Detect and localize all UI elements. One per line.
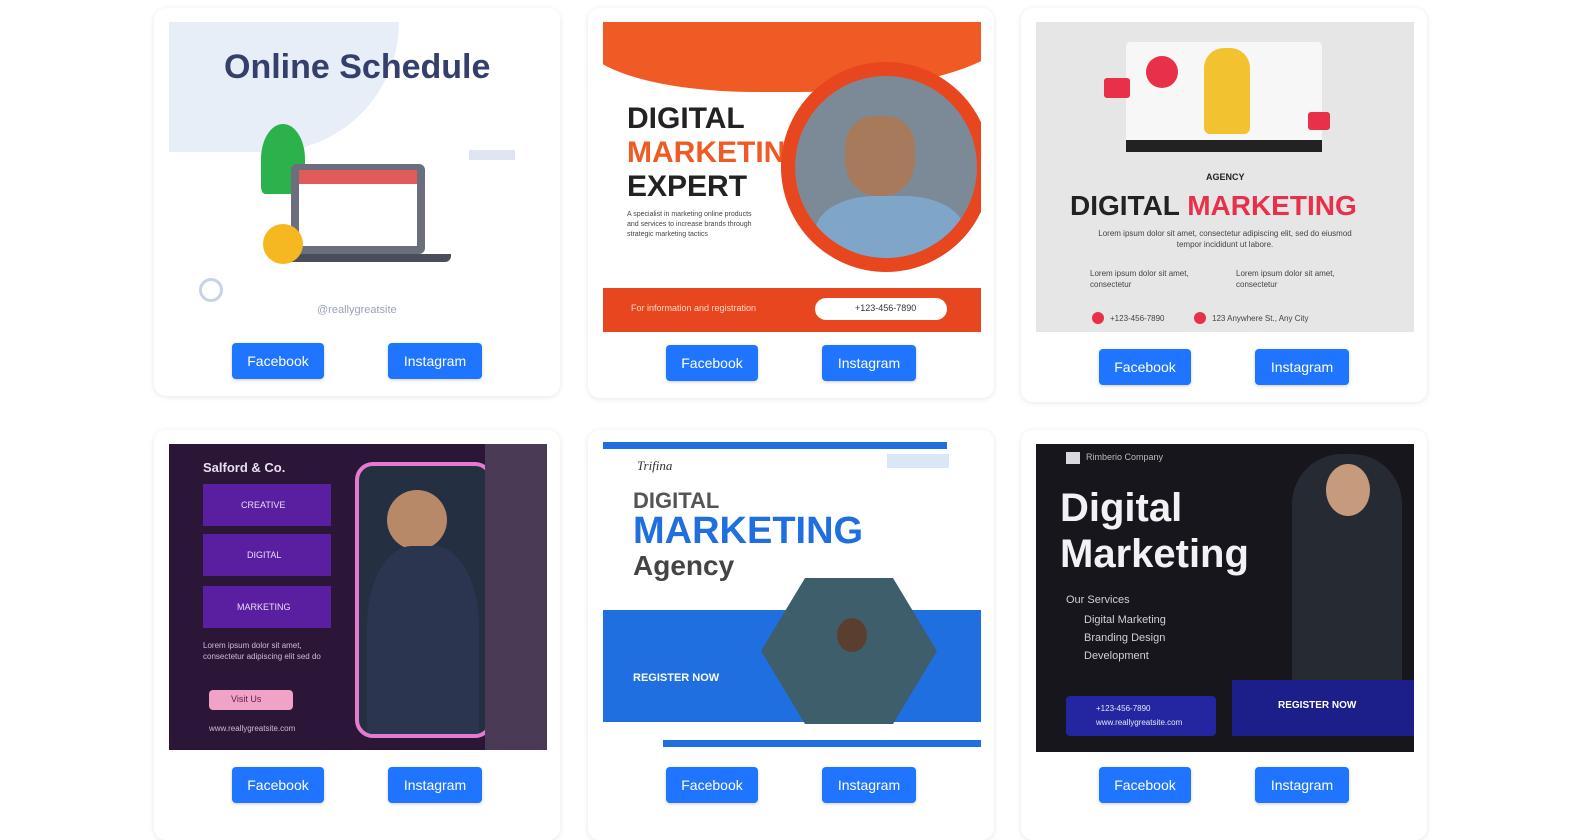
service-2: Branding Design: [1084, 632, 1166, 644]
tag-creative: CREATIVE: [203, 484, 331, 526]
laptop-base: [281, 254, 451, 262]
person-photo: [795, 76, 977, 258]
thumb-word2-text: MARKETING: [1187, 190, 1357, 221]
thumb-body: A specialist in marketing online product…: [627, 211, 752, 238]
video-icon: [1308, 112, 1330, 130]
phone-text: +123-456-7890: [855, 303, 917, 313]
thumb-bullet2: Lorem ipsum dolor sit amet, consectetur: [1236, 269, 1335, 289]
laptop-calendar-icon: [291, 164, 425, 254]
thumbnail-digital-marketing-agency[interactable]: AGENCY DIGITAL MARKETING Lorem ipsum dol…: [1036, 22, 1414, 332]
facebook-button[interactable]: Facebook: [666, 767, 758, 803]
thumbnail-marketing-expert[interactable]: DIGITAL MARKETING EXPERT A specialist in…: [603, 22, 981, 332]
chart-icon: [1146, 56, 1178, 88]
thumbnail-salford-co[interactable]: Salford & Co. CREATIVE DIGITAL MARKETING…: [169, 444, 547, 750]
thumb-title: Online Schedule: [224, 48, 491, 86]
instagram-button[interactable]: Instagram: [1255, 767, 1349, 803]
top-bar: [603, 442, 947, 449]
facebook-button[interactable]: Facebook: [1099, 349, 1191, 385]
thumb-phone: +123-456-7890: [1096, 704, 1151, 713]
thumb-site: www.reallygreatsite.com: [209, 724, 296, 733]
thumb-line1: Digital: [1060, 486, 1183, 530]
thumb-address: 123 Anywhere St., Any City: [1212, 314, 1309, 323]
facebook-button[interactable]: Facebook: [666, 345, 758, 381]
person-photo: [1292, 454, 1402, 684]
thumb-kicker: AGENCY: [1206, 172, 1245, 182]
tag-marketing-label: MARKETING: [237, 602, 291, 612]
footer-text: For information and registration: [631, 303, 757, 313]
facebook-button[interactable]: Facebook: [232, 343, 324, 379]
tag-digital-label: DIGITAL: [247, 550, 282, 560]
clock-icon: [263, 224, 303, 264]
cta-box: REGISTER NOW: [1232, 680, 1414, 736]
thumb-line1: DIGITAL: [627, 102, 745, 135]
person-photo: [387, 490, 447, 550]
bg-photo: [485, 444, 547, 750]
cta-label: REGISTER NOW: [633, 672, 720, 684]
template-card-6: Rimberio Company Digital Marketing Our S…: [1021, 430, 1427, 840]
thumb-line2: MARKETING: [633, 510, 864, 552]
thumb-word1: DIGITAL MARKETING: [1070, 190, 1357, 222]
logo-icon: [1066, 452, 1080, 464]
service-3: Development: [1084, 650, 1149, 662]
thumb-body: Lorem ipsum dolor sit amet, consectetur …: [203, 641, 321, 661]
thumb-line2: Marketing: [1060, 532, 1249, 576]
footer-bar: For information and registration +123-45…: [603, 288, 981, 332]
thumb-handle: @reallygreatsite: [317, 304, 397, 316]
instagram-button[interactable]: Instagram: [1255, 349, 1349, 385]
person-photo: [837, 618, 867, 652]
facebook-button[interactable]: Facebook: [1099, 767, 1191, 803]
tag-digital: DIGITAL: [203, 534, 331, 576]
thumb-line3: EXPERT: [627, 170, 748, 203]
thumbnail-online-schedule[interactable]: Online Schedule @reallygreatsite: [169, 22, 547, 332]
cta-label: REGISTER NOW: [1278, 700, 1357, 711]
instagram-button[interactable]: Instagram: [388, 343, 482, 379]
template-card-5: Trifina DIGITAL MARKETING Agency REGISTE…: [588, 430, 994, 840]
tag-creative-label: CREATIVE: [241, 500, 286, 510]
circle-decor: [199, 278, 223, 302]
bottom-bar: [663, 740, 981, 747]
services-title: Our Services: [1066, 594, 1130, 606]
contact-bar: +123-456-7890 www.reallygreatsite.com: [1066, 696, 1216, 736]
template-card-2: DIGITAL MARKETING EXPERT A specialist in…: [588, 8, 994, 398]
instagram-button[interactable]: Instagram: [388, 767, 482, 803]
instagram-button[interactable]: Instagram: [822, 345, 916, 381]
thumb-logo: Trifina: [637, 458, 673, 473]
portrait-ring: [781, 62, 981, 272]
chat-icon: [1104, 78, 1130, 98]
thumb-body: Lorem ipsum dolor sit amet, consectetur …: [1098, 229, 1352, 249]
thumbnail-marketing-agency[interactable]: Trifina DIGITAL MARKETING Agency REGISTE…: [603, 442, 981, 752]
tag-marketing: MARKETING: [203, 586, 331, 628]
thumb-bullet1: Lorem ipsum dolor sit amet, consectetur: [1090, 269, 1189, 289]
logo-box: [887, 454, 949, 468]
dash-decor: [469, 150, 515, 160]
template-card-1: Online Schedule @reallygreatsite Faceboo…: [154, 8, 560, 396]
service-1: Digital Marketing: [1084, 614, 1166, 626]
thumbnail-digital-marketing-dark[interactable]: Rimberio Company Digital Marketing Our S…: [1036, 444, 1414, 752]
facebook-button[interactable]: Facebook: [232, 767, 324, 803]
phone-pill: +123-456-7890: [815, 298, 947, 320]
location-icon: [1194, 312, 1206, 324]
thumb-phone: +123-456-7890: [1110, 314, 1165, 323]
instagram-button[interactable]: Instagram: [822, 767, 916, 803]
cta-label: Visit Us: [231, 694, 262, 704]
thumb-word1-text: DIGITAL: [1070, 190, 1180, 221]
phone-icon: [1092, 312, 1104, 324]
person-figure: [1204, 48, 1250, 134]
monitor-stand: [1126, 140, 1322, 152]
thumb-site: www.reallygreatsite.com: [1096, 718, 1183, 727]
template-card-4: Salford & Co. CREATIVE DIGITAL MARKETING…: [154, 430, 560, 840]
thumb-line3: Agency: [633, 550, 735, 581]
cta-pill: Visit Us: [209, 690, 293, 710]
phone-frame: [355, 462, 493, 738]
template-card-3: AGENCY DIGITAL MARKETING Lorem ipsum dol…: [1021, 8, 1427, 402]
thumb-brand: Salford & Co.: [203, 460, 286, 475]
thumb-brand: Rimberio Company: [1086, 452, 1164, 462]
